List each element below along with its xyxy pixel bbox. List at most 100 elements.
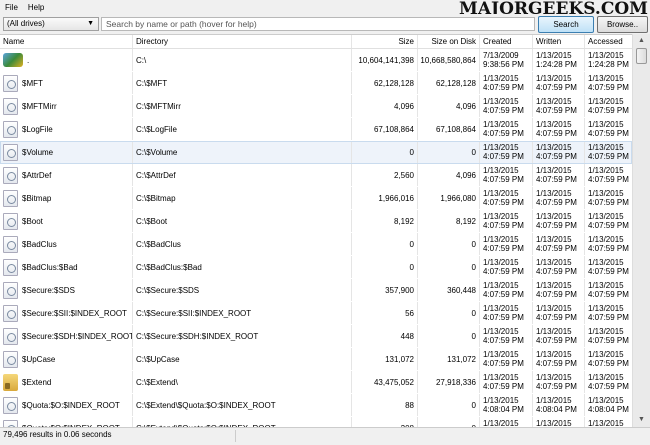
name-cell: $Quota:$O:$INDEX_ROOT — [0, 394, 133, 416]
accessed-time: 4:07:59 PM — [588, 313, 629, 322]
table-row[interactable]: $Volume C:\$Volume 0 0 1/13/2015 4:07:59 PM 1/… — [0, 141, 632, 164]
written-time: 1:24:28 PM — [536, 60, 577, 69]
file-name: . — [27, 55, 30, 65]
menu-help[interactable]: Help — [23, 3, 49, 12]
size-cell: 67,108,864 — [352, 118, 418, 140]
browse-button[interactable]: Browse.. — [597, 16, 648, 33]
scrollbar-thumb[interactable] — [636, 48, 647, 64]
column-header-accessed[interactable]: Accessed — [585, 35, 632, 48]
file-name: $BadClus:$Bad — [22, 262, 78, 272]
accessed-cell: 1/13/20154:08:04 PM — [585, 394, 632, 416]
drive-icon — [3, 53, 23, 67]
file-name: $MFTMirr — [22, 101, 57, 111]
created-date: 1/13/2015 — [483, 350, 519, 359]
written-cell: 1/13/20154:08:04 PM — [533, 394, 585, 416]
table-row[interactable]: $Bitmap C:\$Bitmap 1,966,016 1,966,080 1/13/… — [0, 187, 632, 210]
created-time: 4:07:59 PM — [483, 359, 524, 368]
name-cell: $Secure:$SDH:$INDEX_ROOT — [0, 325, 133, 347]
written-date: 1/13/2015 — [536, 74, 572, 83]
results-table: Name Directory Size Size on Disk Created… — [0, 34, 632, 427]
accessed-cell: 1/13/2015 4:07:59 PM — [585, 302, 632, 324]
written-date: 1/13/2015 — [536, 212, 572, 221]
table-row[interactable]: $Secure:$SDS C:\$Secure:$SDS 357,900 360,44… — [0, 279, 632, 302]
table-row[interactable]: $AttrDef C:\$AttrDef 2,560 4,096 1/13/2015 4:… — [0, 164, 632, 187]
scroll-down-icon[interactable]: ▼ — [633, 413, 650, 427]
column-header-size-on-disk[interactable]: Size on Disk — [418, 35, 480, 48]
created-time: 4:07:59 PM — [483, 152, 524, 161]
column-header-created[interactable]: Created — [480, 35, 533, 48]
file-name: $MFT — [22, 78, 43, 88]
directory-cell: C:\$Bitmap — [133, 187, 352, 209]
name-cell: $BadClus — [0, 233, 133, 255]
table-row[interactable]: $Extend C:\$Extend\ 43,475,052 27,918,336 1/… — [0, 371, 632, 394]
file-icon — [3, 281, 18, 299]
created-date: 1/13/2015 — [483, 419, 519, 427]
table-row[interactable]: $MFT C:\$MFT 62,128,128 62,128,128 1/13/2015… — [0, 72, 632, 95]
search-button[interactable]: Search — [538, 16, 594, 33]
size-on-disk-cell: 1,966,080 — [418, 187, 480, 209]
table-row[interactable]: . C:\ 10,604,141,398 10,668,580,864 7/13/200… — [0, 49, 632, 72]
written-date: 1/13/2015 — [536, 235, 572, 244]
accessed-cell: 1/13/2015 4:07:59 PM — [585, 325, 632, 347]
table-row[interactable]: $Secure:$SDH:$INDEX_ROOT C:\$Secure:$SDH:… — [0, 325, 632, 348]
file-icon — [3, 189, 18, 207]
written-time: 4:07:59 PM — [536, 175, 577, 184]
table-row[interactable]: $LogFile C:\$LogFile 67,108,864 67,108,864 1… — [0, 118, 632, 141]
accessed-date: 1/13/2015 — [588, 396, 624, 405]
accessed-time: 4:07:59 PM — [588, 106, 629, 115]
created-cell: 1/13/2015 4:07:59 PM — [480, 210, 533, 232]
status-bar: 79,496 results in 0.06 seconds — [0, 427, 650, 445]
directory-cell: C:\$MFT — [133, 72, 352, 94]
file-name: $BadClus — [22, 239, 57, 249]
created-time: 4:07:59 PM — [483, 198, 524, 207]
name-cell: $UpCase — [0, 348, 133, 370]
size-on-disk-cell: 4,096 — [418, 164, 480, 186]
created-cell: 1/13/2015 4:07:59 PM — [480, 187, 533, 209]
file-name: $Secure:$SII:$INDEX_ROOT — [22, 308, 127, 318]
accessed-cell: 1/13/2015 4:07:59 PM — [585, 118, 632, 140]
created-cell: 1/13/2015 4:07:59 PM — [480, 279, 533, 301]
accessed-time: 4:07:59 PM — [588, 336, 629, 345]
written-time: 4:07:59 PM — [536, 152, 577, 161]
size-cell: 88 — [352, 394, 418, 416]
column-header-written[interactable]: Written — [533, 35, 585, 48]
written-cell: 1/13/2015 4:07:59 PM — [533, 95, 585, 117]
table-row[interactable]: $MFTMirr C:\$MFTMirr 4,096 4,096 1/13/2015 4:… — [0, 95, 632, 118]
directory-cell: C:\$BadClus:$Bad — [133, 256, 352, 278]
name-cell: $Quota:$Q:$INDEX_ROOT — [0, 417, 133, 427]
table-row[interactable]: $Boot C:\$Boot 8,192 8,192 1/13/2015 4:07:59 … — [0, 210, 632, 233]
created-cell: 1/13/20154:08:04 PM — [480, 417, 533, 427]
directory-cell: C:\$Secure:$SII:$INDEX_ROOT — [133, 302, 352, 324]
table-row[interactable]: $Quota:$O:$INDEX_ROOT C:\$Extend\$Quota:$… — [0, 394, 632, 417]
directory-cell: C:\$BadClus — [133, 233, 352, 255]
file-name: $Boot — [22, 216, 43, 226]
size-on-disk-cell: 0 — [418, 141, 480, 163]
file-icon — [3, 327, 18, 345]
drive-select-value: (All drives) — [7, 19, 45, 28]
table-row[interactable]: $BadClus:$Bad C:\$BadClus:$Bad 0 0 1/13/2015… — [0, 256, 632, 279]
file-name: $LogFile — [22, 124, 53, 134]
name-cell: $AttrDef — [0, 164, 133, 186]
table-row[interactable]: $Secure:$SII:$INDEX_ROOT C:\$Secure:$SII:… — [0, 302, 632, 325]
scroll-up-icon[interactable]: ▲ — [633, 34, 650, 48]
column-header-size[interactable]: Size — [352, 35, 418, 48]
size-cell: 357,900 — [352, 279, 418, 301]
column-header-name[interactable]: Name — [0, 35, 133, 48]
accessed-cell: 1/13/2015 4:07:59 PM — [585, 187, 632, 209]
table-row[interactable]: $UpCase C:\$UpCase 131,072 131,072 1/13/2015… — [0, 348, 632, 371]
search-input[interactable]: Search by name or path (hover for help) — [101, 17, 535, 31]
accessed-date: 1/13/2015 — [588, 258, 624, 267]
drive-select[interactable]: (All drives) ▼ — [3, 17, 99, 31]
column-header-directory[interactable]: Directory — [133, 35, 352, 48]
menu-file[interactable]: File — [0, 3, 23, 12]
table-row[interactable]: $Quota:$Q:$INDEX_ROOTC:\$Extend\$Quota:$… — [0, 417, 632, 427]
directory-cell: C:\$Volume — [133, 141, 352, 163]
file-name: $AttrDef — [22, 170, 52, 180]
size-on-disk-cell: 131,072 — [418, 348, 480, 370]
table-row[interactable]: $BadClus C:\$BadClus 0 0 1/13/2015 4:07:59 PM… — [0, 233, 632, 256]
created-cell: 1/13/2015 4:07:59 PM — [480, 118, 533, 140]
size-cell: 8,192 — [352, 210, 418, 232]
vertical-scrollbar[interactable]: ▲ ▼ — [632, 34, 650, 427]
accessed-time: 4:07:59 PM — [588, 290, 629, 299]
created-cell: 1/13/2015 4:07:59 PM — [480, 256, 533, 278]
